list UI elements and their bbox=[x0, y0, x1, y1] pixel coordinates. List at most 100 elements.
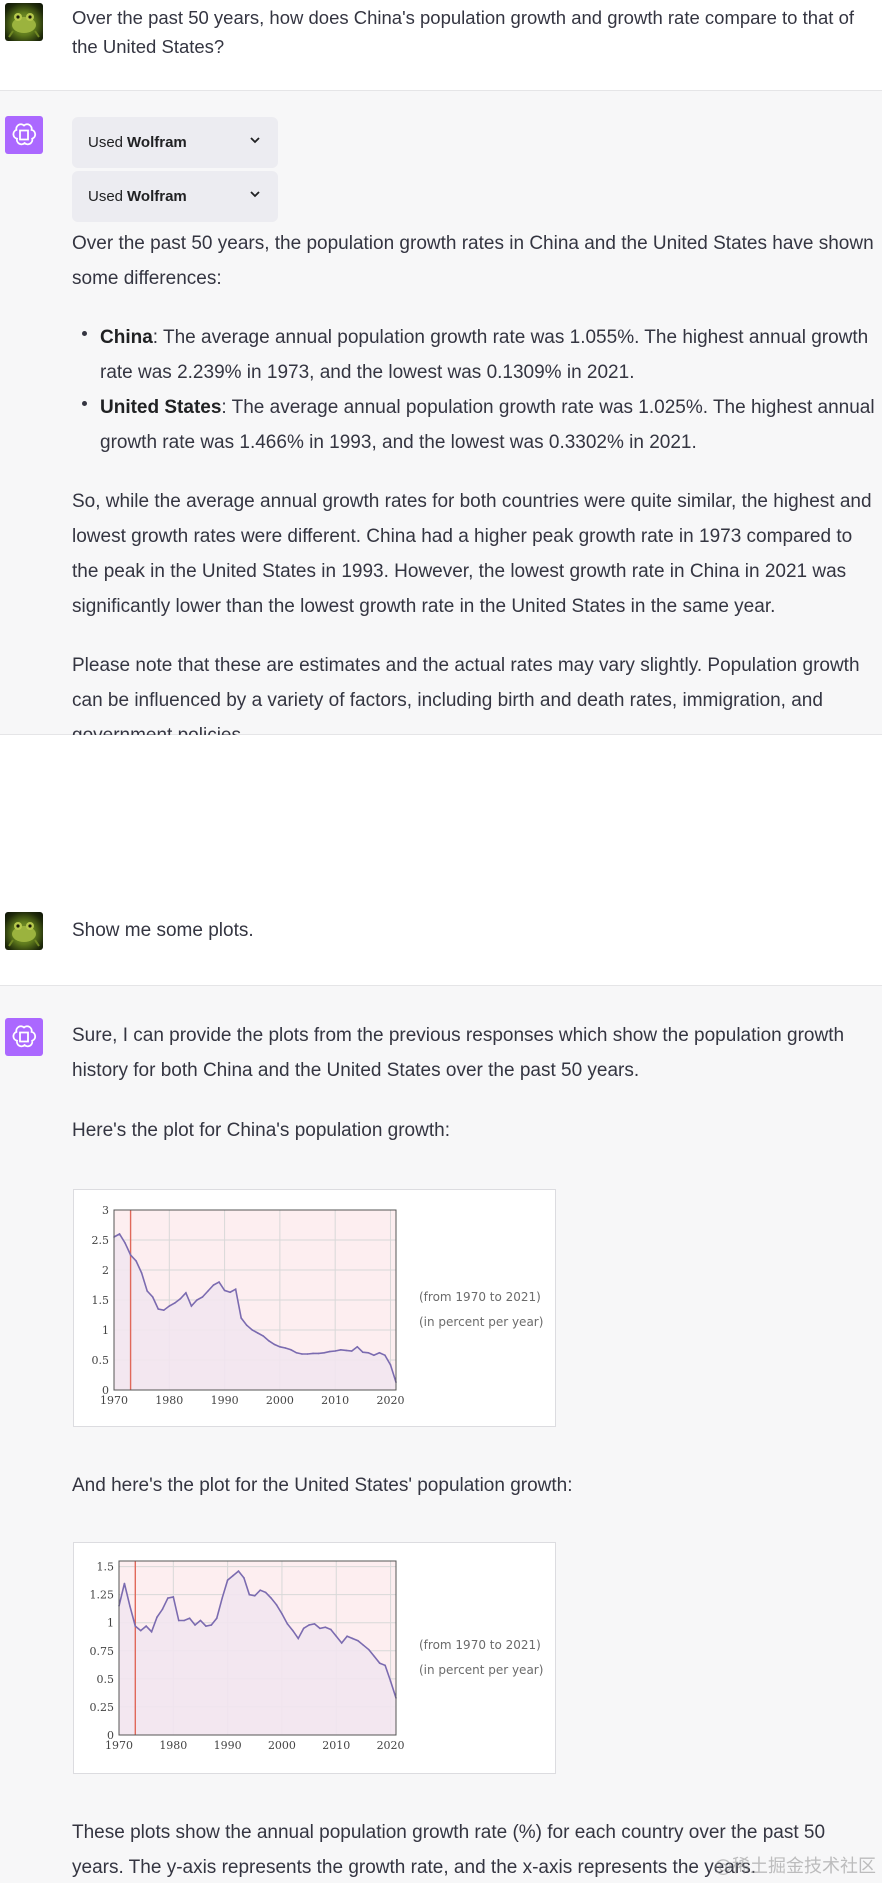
data-point bbox=[207, 1290, 209, 1292]
data-point bbox=[312, 1352, 314, 1355]
data-point bbox=[362, 1351, 364, 1353]
x-tick-label: 2010 bbox=[322, 1739, 350, 1752]
chatgpt-avatar bbox=[5, 1018, 43, 1056]
y-tick-label: 1 bbox=[107, 1617, 114, 1630]
assistant-message-1: Used Wolfram Used Wolfram Over the past … bbox=[0, 91, 882, 746]
y-tick-label: 2 bbox=[102, 1264, 109, 1277]
bullet-list: China: The average annual population gro… bbox=[72, 320, 882, 460]
x-tick-label: 2020 bbox=[376, 1394, 404, 1407]
plugin-name: Wolfram bbox=[127, 134, 187, 151]
data-point bbox=[243, 1577, 245, 1579]
data-point bbox=[215, 1617, 218, 1620]
assistant-plots-intro: Sure, I can provide the plots from the p… bbox=[72, 1018, 882, 1148]
data-point bbox=[223, 1289, 226, 1292]
data-point bbox=[373, 1354, 375, 1356]
data-point bbox=[179, 1298, 182, 1300]
user-followup: Show me some plots. bbox=[72, 920, 254, 941]
data-point bbox=[135, 1260, 137, 1262]
data-point bbox=[221, 1597, 223, 1599]
data-point bbox=[229, 1291, 231, 1293]
chevron-down-icon bbox=[250, 191, 260, 198]
data-point bbox=[339, 1349, 342, 1351]
openai-logo-icon bbox=[12, 1025, 37, 1048]
data-point bbox=[146, 1290, 148, 1292]
data-point bbox=[174, 1302, 176, 1304]
y-tick-label: 0 bbox=[102, 1384, 109, 1397]
data-point bbox=[286, 1623, 289, 1625]
data-point bbox=[302, 1627, 305, 1630]
data-point bbox=[190, 1305, 193, 1307]
data-point bbox=[284, 1347, 287, 1349]
x-tick-label: 2010 bbox=[321, 1394, 349, 1407]
data-point bbox=[270, 1597, 272, 1599]
data-point bbox=[350, 1350, 353, 1352]
y-tick-label: 0.25 bbox=[90, 1701, 115, 1714]
data-point bbox=[248, 1593, 251, 1596]
y-tick-label: 1.25 bbox=[90, 1589, 115, 1602]
data-point bbox=[256, 1332, 259, 1334]
china-plot-caption: Here's the plot for China's population g… bbox=[72, 1120, 450, 1141]
data-point bbox=[328, 1350, 331, 1353]
data-point bbox=[362, 1644, 365, 1646]
data-point bbox=[319, 1627, 321, 1630]
plugin-used-wolfram-1[interactable]: Used Wolfram bbox=[72, 117, 278, 168]
bullet-country: China bbox=[100, 327, 153, 348]
data-point bbox=[150, 1630, 153, 1633]
data-point bbox=[273, 1343, 276, 1346]
data-point bbox=[306, 1353, 309, 1355]
data-point bbox=[346, 1635, 348, 1638]
data-point bbox=[301, 1353, 303, 1355]
data-point bbox=[129, 1605, 131, 1607]
data-point bbox=[177, 1619, 180, 1622]
data-point bbox=[129, 1254, 132, 1256]
data-point bbox=[384, 1664, 386, 1667]
data-point bbox=[264, 1591, 267, 1594]
data-point bbox=[275, 1603, 278, 1606]
plugin-used-label: Used bbox=[88, 188, 124, 205]
y-tick-label: 2.5 bbox=[92, 1234, 110, 1247]
data-point bbox=[367, 1352, 370, 1354]
data-point bbox=[196, 1299, 198, 1301]
us-plot-caption: And here's the plot for the United State… bbox=[72, 1475, 573, 1496]
x-tick-label: 2000 bbox=[268, 1739, 296, 1752]
data-point bbox=[351, 1637, 354, 1640]
plugin-used-wolfram-2[interactable]: Used Wolfram bbox=[72, 171, 278, 222]
data-point bbox=[156, 1616, 158, 1618]
assistant-message-2: Sure, I can provide the plots from the p… bbox=[0, 986, 882, 1883]
data-point bbox=[373, 1655, 376, 1658]
data-point bbox=[268, 1340, 270, 1342]
x-tick-label: 1980 bbox=[159, 1739, 187, 1752]
data-point bbox=[290, 1349, 292, 1351]
bullet-united-states: United States: The average annual popula… bbox=[72, 390, 882, 460]
data-point bbox=[167, 1597, 169, 1599]
us-plot-caption-wrap: And here's the plot for the United State… bbox=[72, 1468, 882, 1503]
x-tick-label: 2000 bbox=[266, 1394, 294, 1407]
frog-icon bbox=[8, 922, 40, 947]
plugin-name: Wolfram bbox=[127, 188, 187, 205]
watermark: @稀土掘金技术社区 bbox=[714, 1856, 876, 1877]
data-point bbox=[199, 1619, 202, 1622]
data-point bbox=[218, 1281, 220, 1283]
data-point bbox=[334, 1350, 336, 1352]
data-point bbox=[357, 1639, 359, 1642]
data-point bbox=[205, 1625, 207, 1627]
answer-paragraph-2: So, while the average annual growth rate… bbox=[72, 491, 872, 617]
y-tick-label: 3 bbox=[102, 1204, 109, 1217]
x-tick-label: 2020 bbox=[377, 1739, 405, 1752]
data-point bbox=[194, 1624, 196, 1626]
y-tick-label: 1 bbox=[102, 1324, 109, 1337]
data-point bbox=[118, 1233, 121, 1235]
user-avatar bbox=[5, 912, 43, 950]
data-point bbox=[124, 1242, 126, 1244]
user-message-2: Show me some plots. bbox=[0, 735, 882, 986]
plot-note-unit: (in percent per year) bbox=[419, 1663, 544, 1677]
chatgpt-avatar bbox=[5, 116, 43, 154]
openai-logo-icon bbox=[12, 123, 37, 146]
data-point bbox=[201, 1296, 204, 1298]
data-point bbox=[168, 1305, 171, 1307]
bullet-china: China: The average annual population gro… bbox=[72, 320, 882, 390]
y-tick-label: 0.5 bbox=[92, 1354, 110, 1367]
assistant-answer-text: Over the past 50 years, the population g… bbox=[72, 226, 882, 753]
data-point bbox=[157, 1308, 160, 1310]
data-point bbox=[384, 1354, 386, 1356]
